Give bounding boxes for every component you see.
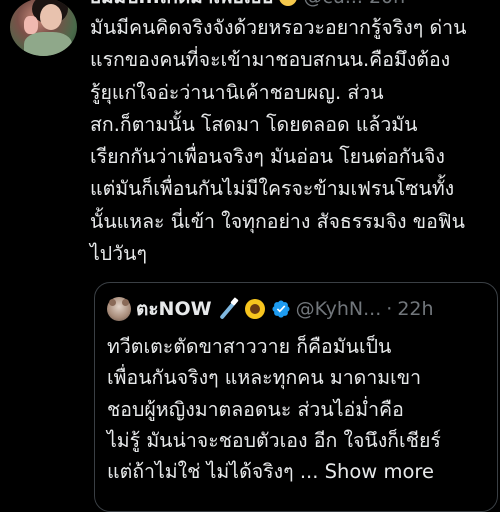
- tweet-line: เรียกกันว่าเพื่อนจริงๆ มันอ่อน โยนต่อกัน…: [90, 145, 445, 169]
- avatar-body: [24, 32, 72, 56]
- quote-line: เพื่อนกันจริงๆ แหละทุกคน มาดามเขา: [107, 366, 422, 390]
- tweet[interactable]: ยิ่มมีปี...เกิดมาเพื่อเธอ @cu... 20h มัน…: [0, 0, 500, 512]
- tweet-line: แต่มันก็เพื่อนกันไม่มีใครจะข้ามเฟรนโซนทั…: [90, 177, 455, 201]
- author-name[interactable]: ยิ่มมีปี...เกิดมาเพื่อเธอ: [90, 0, 273, 12]
- verified-badge-icon: [272, 300, 290, 318]
- quote-line: แต่ถ้าไม่ใช่ ไม่ได้จริงๆ ...: [107, 460, 319, 484]
- quote-time[interactable]: 22h: [397, 298, 433, 320]
- avatar-hand: [24, 16, 38, 34]
- author-avatar[interactable]: [10, 0, 77, 56]
- tweet-line: ไปวันๆ: [90, 242, 147, 266]
- tweet-text: มันมีคนคิดจริงจังด้วยหรอวะอยากรู้จริงๆ ด…: [90, 12, 492, 270]
- tweet-line: มันมีคนคิดจริงจังด้วยหรอวะอยากรู้จริงๆ ด…: [90, 16, 467, 39]
- tweet-header: ยิ่มมีปี...เกิดมาเพื่อเธอ @cu... 20h: [90, 0, 405, 8]
- sunflower-icon: [244, 298, 266, 320]
- quote-text: ทวีตเตะตัดขาสาววาย ก็คือมันเป็น เพื่อนกั…: [107, 331, 491, 487]
- quote-line: ไม่รู้ มันน่าจะชอบตัวเอง อีก ใจนึงก็เชีย…: [107, 428, 441, 452]
- quote-line: ชอบผู้หญิงมาตลอดนะ ส่วนไอ่ม่ำคือ: [107, 397, 404, 421]
- tweet-line: แรกของคนที่จะเข้ามาชอบสกนน.คือมึงต้อง: [90, 48, 451, 72]
- avatar-face: [40, 4, 62, 30]
- author-handle[interactable]: @cu...: [303, 0, 363, 8]
- quote-line: ทวีตเตะตัดขาสาววาย ก็คือมันเป็น: [107, 335, 392, 358]
- quoted-tweet[interactable]: ตะNOW @KyhN... · 22h ทวีตเตะตัดขาสาววาย …: [94, 282, 498, 512]
- toothbrush-icon: [217, 298, 239, 320]
- quote-author-handle[interactable]: @KyhN...: [296, 298, 382, 320]
- quote-header: ตะNOW @KyhN... · 22h: [107, 296, 434, 322]
- tweet-line: รู้ยุแก่ใจอ่ะว่านานิเค้าชอบผญ. ส่วน: [90, 80, 384, 104]
- tweet-line: สก.ก็ตามนั้น โสดมา โดยตลอด แล้วมัน: [90, 112, 418, 136]
- tweet-time[interactable]: 20h: [369, 0, 405, 8]
- quote-author-avatar[interactable]: [107, 297, 131, 321]
- tweet-line: นั้นแหละ นี่เข้า ใจทุกอย่าง สัจธรรมจิง ข…: [90, 209, 465, 233]
- show-more-link[interactable]: Show more: [325, 460, 434, 483]
- emoji-icon: [279, 0, 298, 6]
- quote-author-name[interactable]: ตะNOW: [136, 294, 212, 324]
- quote-separator: ·: [386, 298, 393, 320]
